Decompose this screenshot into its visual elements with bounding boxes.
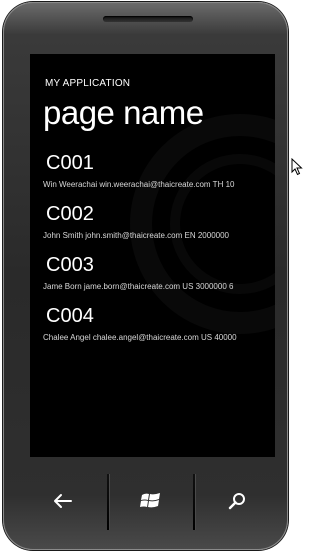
customer-list: C001 Win Weerachai win.weerachai@thaicre…: [30, 150, 275, 354]
list-item-id: C002: [46, 203, 94, 225]
list-item[interactable]: C003 Jame Born jame.born@thaicreate.com …: [30, 252, 275, 303]
app-screen: MY APPLICATION page name C001 Win Weerac…: [30, 54, 275, 457]
back-button[interactable]: [23, 472, 103, 530]
list-item-detail: Jame Born jame.born@thaicreate.com US 30…: [43, 282, 234, 291]
list-item-id: C003: [46, 254, 94, 276]
nav-divider: [193, 474, 195, 530]
list-item[interactable]: C001 Win Weerachai win.weerachai@thaicre…: [30, 150, 275, 201]
list-item-detail: Win Weerachai win.weerachai@thaicreate.c…: [43, 180, 235, 189]
list-item-id: C004: [46, 305, 94, 327]
earpiece-speaker: [103, 16, 193, 22]
search-button[interactable]: [197, 472, 277, 530]
list-item-id: C001: [46, 152, 94, 174]
back-arrow-icon: [54, 494, 72, 508]
page-title: page name: [43, 94, 204, 131]
list-item-detail: Chalee Angel chalee.angel@thaicreate.com…: [43, 333, 237, 342]
mouse-cursor-icon: [291, 158, 303, 176]
nav-divider: [107, 474, 109, 530]
list-item[interactable]: C004 Chalee Angel chalee.angel@thaicreat…: [30, 303, 275, 354]
phone-frame: MY APPLICATION page name C001 Win Weerac…: [3, 2, 288, 550]
hardware-nav-bar: [23, 472, 283, 530]
search-icon: [228, 493, 245, 510]
windows-logo-icon: [140, 493, 160, 508]
application-title: MY APPLICATION: [45, 78, 131, 89]
start-button[interactable]: [111, 472, 191, 530]
list-item-detail: John Smith john.smith@thaicreate.com EN …: [43, 231, 229, 240]
list-item[interactable]: C002 John Smith john.smith@thaicreate.co…: [30, 201, 275, 252]
